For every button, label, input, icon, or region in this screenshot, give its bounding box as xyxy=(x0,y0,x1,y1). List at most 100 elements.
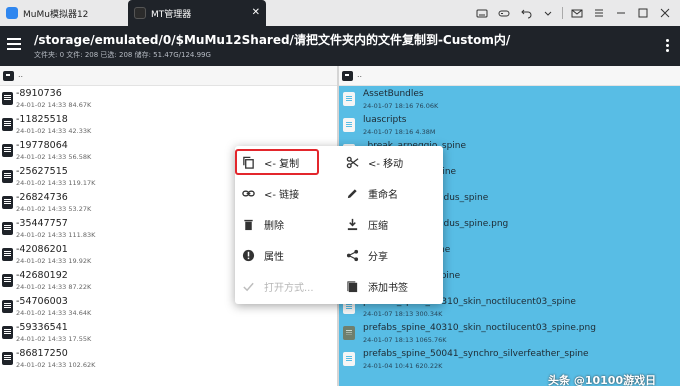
menu-item-label: 压缩 xyxy=(368,220,388,232)
file-row[interactable]: -11825518 24-01-02 14:33 42.33K xyxy=(0,112,337,138)
file-icon xyxy=(2,196,13,209)
file-meta: 24-01-07 18:16 76.06K xyxy=(363,102,439,110)
file-meta: 24-01-02 14:33 56.58K xyxy=(16,153,92,161)
menu-item-label: 打开方式... xyxy=(264,282,314,294)
file-name: prefabs_spine_40310_skin_noctilucent03_s… xyxy=(363,323,596,333)
menu-item-label: 分享 xyxy=(368,251,388,263)
menu-item-label: <- 复制 xyxy=(264,158,300,170)
mumu-app-icon xyxy=(6,7,18,19)
menu-item-move[interactable]: <- 移动 xyxy=(339,147,441,177)
menu-item-add-bookmark[interactable]: 添加书签 xyxy=(339,271,441,301)
trash-icon xyxy=(241,217,255,231)
file-icon xyxy=(2,92,13,105)
file-name: prefabs_spine_50041_synchro_silverfeathe… xyxy=(363,349,589,359)
file-row[interactable]: AssetBundles 24-01-07 18:16 76.06K xyxy=(339,86,680,112)
file-icon xyxy=(2,144,13,157)
file-name: -26824736 xyxy=(16,192,68,203)
file-name: -42680192 xyxy=(16,270,68,281)
file-meta: 24-01-07 18:13 300.34K xyxy=(363,310,443,318)
file-meta: 24-01-02 14:33 111.83K xyxy=(16,231,96,239)
menu-item-share[interactable]: 分享 xyxy=(339,240,441,270)
mt-manager-app-icon xyxy=(134,7,146,19)
menu-item-label: 重命名 xyxy=(368,189,398,201)
file-row[interactable]: luascripts 24-01-07 18:16 4.38M xyxy=(339,112,680,138)
tab-mt-manager[interactable]: MT管理器 ✕ xyxy=(128,0,266,26)
file-name: -11825518 xyxy=(16,114,68,125)
file-meta: 24-01-02 14:33 84.67K xyxy=(16,101,92,109)
parent-directory-row[interactable]: .. xyxy=(339,66,680,86)
parent-directory-label: .. xyxy=(357,70,363,79)
parent-folder-icon xyxy=(342,71,353,81)
back-icon[interactable] xyxy=(515,0,537,26)
bookmark-icon xyxy=(345,279,359,293)
file-meta: 24-01-02 14:33 34.64K xyxy=(16,309,92,317)
gamepad-icon[interactable] xyxy=(493,0,515,26)
menu-item-link[interactable]: <- 链接 xyxy=(235,178,337,208)
restore-icon[interactable] xyxy=(632,0,654,26)
file-meta: 24-01-02 14:33 19.92K xyxy=(16,257,92,265)
file-icon xyxy=(343,92,355,106)
tab-label: MuMu模拟器12 xyxy=(23,9,89,20)
close-icon[interactable] xyxy=(654,0,676,26)
app-header: /storage/emulated/0/$MuMu12Shared/请把文件夹内… xyxy=(0,26,680,66)
file-icon xyxy=(2,352,13,365)
file-meta: 24-01-02 14:33 42.33K xyxy=(16,127,92,135)
scissors-icon xyxy=(345,155,359,169)
file-row[interactable]: -8910736 24-01-02 14:33 84.67K xyxy=(0,86,337,112)
parent-directory-row[interactable]: .. xyxy=(0,66,337,86)
file-name: luascripts xyxy=(363,115,407,125)
menu-item-delete[interactable]: 删除 xyxy=(235,209,337,239)
hamburger-menu-icon[interactable] xyxy=(7,38,21,52)
file-name: -86817250 xyxy=(16,348,68,359)
mail-icon[interactable] xyxy=(566,0,588,26)
file-icon xyxy=(2,300,13,313)
link-icon xyxy=(241,186,255,200)
file-icon xyxy=(343,118,355,132)
menu-item-compress[interactable]: 压缩 xyxy=(339,209,441,239)
watermark: 头条 @10100游戏日 xyxy=(548,374,657,386)
file-icon xyxy=(2,118,13,131)
file-meta: 24-01-02 14:33 53.27K xyxy=(16,205,92,213)
menu-item-label: <- 链接 xyxy=(264,189,300,201)
file-name: -8910736 xyxy=(16,88,62,99)
file-icon xyxy=(2,170,13,183)
parent-directory-label: .. xyxy=(18,70,24,79)
file-meta: 24-01-02 14:33 17.55K xyxy=(16,335,92,343)
file-icon xyxy=(2,222,13,235)
menu-item-properties[interactable]: 属性 xyxy=(235,240,337,270)
file-row[interactable]: -86817250 24-01-02 14:33 102.62K xyxy=(0,346,337,372)
minimize-icon[interactable] xyxy=(610,0,632,26)
file-row[interactable]: prefabs_spine_40310_skin_noctilucent03_s… xyxy=(339,320,680,346)
current-path: /storage/emulated/0/$MuMu12Shared/请把文件夹内… xyxy=(34,33,511,47)
parent-folder-icon xyxy=(3,71,14,81)
file-name: -59336541 xyxy=(16,322,68,333)
file-icon xyxy=(343,352,355,366)
file-icon xyxy=(2,248,13,261)
menu-item-label: <- 移动 xyxy=(368,158,404,170)
folder-summary: 文件夹: 0 文件: 208 已选: 208 储存: 51.47G/124.99… xyxy=(34,51,211,59)
check-icon xyxy=(241,279,255,293)
file-meta: 24-01-02 14:33 87.22K xyxy=(16,283,92,291)
file-meta: 24-01-04 10:41 620.22K xyxy=(363,362,443,370)
file-name: -42086201 xyxy=(16,244,68,255)
chevron-down-icon[interactable] xyxy=(537,0,559,26)
file-row[interactable]: prefabs_spine_50041_synchro_silverfeathe… xyxy=(339,346,680,372)
copy-icon xyxy=(241,155,255,169)
file-meta: 24-01-07 18:13 1065.76K xyxy=(363,336,447,344)
file-name: -54706003 xyxy=(16,296,68,307)
file-icon xyxy=(2,274,13,287)
keyboard-icon[interactable] xyxy=(471,0,493,26)
emulator-title-bar: MuMu模拟器12 MT管理器 ✕ xyxy=(0,0,680,26)
file-row[interactable]: -59336541 24-01-02 14:33 17.55K xyxy=(0,320,337,346)
menu-item-copy[interactable]: <- 复制 xyxy=(235,147,337,177)
tab-label: MT管理器 xyxy=(151,9,192,20)
file-name: -25627515 xyxy=(16,166,68,177)
menu-item-rename[interactable]: 重命名 xyxy=(339,178,441,208)
menu-lines-icon[interactable] xyxy=(588,0,610,26)
menu-item-label: 删除 xyxy=(264,220,284,232)
divider xyxy=(562,7,563,19)
tab-mumu-emulator[interactable]: MuMu模拟器12 xyxy=(0,0,128,26)
pencil-icon xyxy=(345,186,359,200)
close-tab-icon[interactable]: ✕ xyxy=(252,8,260,18)
more-options-icon[interactable] xyxy=(666,39,670,54)
